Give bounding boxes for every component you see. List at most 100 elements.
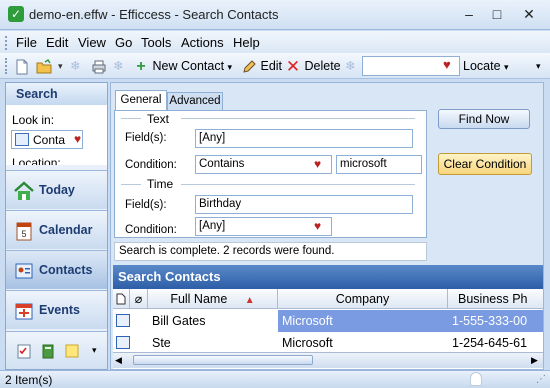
menu-go[interactable]: Go [115,35,132,50]
toolbar-grip [5,58,8,74]
time-section-title: Time [147,177,174,191]
minimize-button[interactable]: – [456,4,482,24]
search-pane: Look in: Conta ♥ Location: [6,105,107,165]
column-business-phone[interactable]: Business Ph [448,289,543,309]
menu-tools[interactable]: Tools [141,35,171,50]
condition-label: Condition: [125,159,177,171]
fields-select[interactable]: [Any] [195,129,413,148]
contact-card-icon [15,133,29,146]
results-title: Search Contacts [113,265,543,289]
nav-configure-icon[interactable]: ▾ [92,345,97,356]
nav-calendar[interactable]: 5 Calendar [6,210,107,249]
search-text-input[interactable]: microsoft [336,155,422,174]
condition-select[interactable]: Contains ♥ [195,155,332,174]
column-company[interactable]: Company [278,289,448,309]
notes-icon[interactable] [40,343,56,359]
resize-grip-icon[interactable]: ⋰ [536,374,546,385]
menu-view[interactable]: View [78,35,106,50]
heart-icon[interactable]: ♥ [443,57,451,72]
new-document-icon[interactable] [14,57,30,75]
time-section-line [121,184,141,185]
cell-full-name: Ste [152,336,171,350]
toolbar: ▾ ❄ ❄ + New Contact ▾ Edit ✕ Delete ❄ ♥ … [0,53,550,79]
nav-today-label: Today [39,183,75,197]
look-in-label: Look in: [12,113,55,127]
new-contact-label: New Contact [152,59,225,73]
results-grid: ⌀ Full Name ▲ Company Business Ph Bill G… [113,289,543,369]
look-in-select[interactable]: Conta ♥ [11,130,83,149]
scroll-right-icon[interactable]: ▶ [531,355,538,366]
fields-label: Field(s): [125,132,167,144]
nav-contacts[interactable]: Contacts [6,250,107,289]
time-condition-select[interactable]: [Any] ♥ [195,217,332,236]
snowflake-icon: ❄ [345,59,356,73]
time-section-line [181,184,415,185]
open-dropdown-icon[interactable]: ▾ [58,57,63,75]
contact-card-icon [116,336,130,349]
cell-business-phone: 1-254-645-61 [452,336,528,350]
window-title: demo-en.effw - Efficcess - Search Contac… [29,7,279,22]
scroll-left-icon[interactable]: ◀ [115,355,122,366]
new-contact-dropdown-icon[interactable]: ▾ [228,62,233,72]
cell-business-phone: 1-555-333-00 [448,310,543,332]
heart-icon: ♥ [314,219,322,233]
heart-icon: ♥ [314,157,322,171]
new-contact-button[interactable]: + New Contact ▾ [133,57,232,75]
cell-company: Microsoft [282,336,333,350]
table-row[interactable]: Bill Gates Microsoft 1-555-333-00 [113,310,543,332]
delete-label: Delete [304,59,341,73]
table-row[interactable]: Ste Microsoft 1-254-645-61 [113,332,543,354]
menu-file[interactable]: File [16,35,37,50]
delete-button[interactable]: ✕ Delete [285,57,341,75]
locate-button[interactable]: Locate ▾ [463,57,509,75]
nav-shortcuts: ▾ [6,331,107,369]
svg-text:5: 5 [21,229,26,239]
time-fields-select[interactable]: Birthday [195,195,413,214]
tab-general[interactable]: General [115,90,167,110]
sticky-note-icon[interactable] [64,343,80,359]
open-folder-icon[interactable] [36,57,52,75]
title-bar: ✓ demo-en.effw - Efficcess - Search Cont… [0,0,550,30]
toolbar-overflow-icon[interactable]: ▾ [536,57,541,75]
heart-icon: ♥ [74,132,82,146]
tab-advanced[interactable]: Advanced [167,92,223,110]
events-icon [15,303,33,320]
nav-today[interactable]: Today [6,170,107,209]
locate-dropdown-icon: ▾ [504,62,509,72]
plus-icon: + [136,57,146,75]
menu-edit[interactable]: Edit [46,35,68,50]
search-criteria-form: Text Field(s): [Any] Condition: Contains… [114,110,427,238]
time-fields-label: Field(s): [125,199,167,211]
maximize-button[interactable]: □ [484,4,510,24]
status-bar: 2 Item(s) ⋰ [0,370,550,388]
delete-icon: ✕ [285,56,301,76]
text-section-title: Text [147,112,170,126]
menu-grip [5,36,8,50]
snowflake-icon: ❄ [113,59,124,73]
horizontal-scrollbar[interactable]: ◀ ▶ [113,352,543,368]
edit-label: Edit [260,59,283,73]
menu-bar: File Edit View Go Tools Actions Help [0,31,550,53]
main-panel: General Advanced Text Field(s): [Any] Co… [110,82,544,370]
find-now-button[interactable]: Find Now [438,109,530,129]
pencil-icon [243,59,256,73]
tasks-icon[interactable] [16,343,32,359]
clear-condition-button[interactable]: Clear Condition [438,153,532,175]
scrollbar-thumb[interactable] [133,355,313,365]
nav-events[interactable]: Events [6,290,107,329]
page-column-icon[interactable] [113,289,130,309]
nav-events-label: Events [39,303,80,317]
grid-header: ⌀ Full Name ▲ Company Business Ph [113,289,543,309]
time-condition-value: [Any] [199,220,226,232]
text-section-line [121,118,141,119]
menu-help[interactable]: Help [233,35,260,50]
attachment-column-icon[interactable]: ⌀ [130,289,148,309]
cell-company: Microsoft [278,310,448,332]
calendar-icon: 5 [16,222,32,241]
column-full-name[interactable]: Full Name ▲ [148,289,278,309]
print-icon[interactable] [91,57,107,75]
edit-button[interactable]: Edit [241,57,282,75]
menu-actions[interactable]: Actions [181,35,224,50]
nav-contacts-label: Contacts [39,263,93,277]
close-button[interactable]: ✕ [512,4,546,24]
